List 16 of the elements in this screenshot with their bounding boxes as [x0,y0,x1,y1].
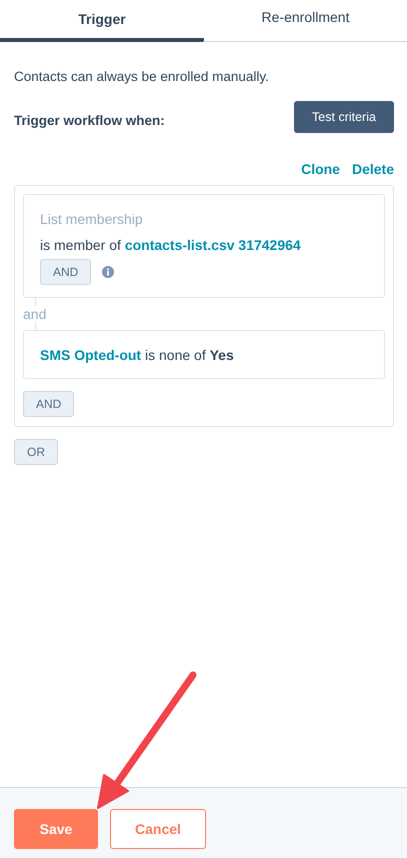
tab[interactable]: Trigger [0,0,204,42]
info-text: Contacts can always be enrolled manually. [14,69,270,84]
group-action-link[interactable]: Clone [301,161,340,177]
or-button[interactable]: OR [14,439,58,465]
trigger-label: Trigger workflow when: [14,112,165,128]
and-button[interactable]: AND [23,391,74,417]
test-criteria-button[interactable]: Test criteria [294,101,394,133]
group-action-link[interactable]: Delete [352,161,394,177]
filter-label: List membership [40,211,144,227]
and-button[interactable]: AND [40,259,92,285]
save-button[interactable]: Save [14,809,98,849]
condition-text: SMS Opted-out is none of Yes [40,347,235,363]
condition-text: is member of contacts-list.csv 31742964 [40,237,302,253]
cancel-button[interactable]: Cancel [110,809,206,849]
tab[interactable]: Re-enrollment [204,0,407,38]
joiner-label: and [23,306,46,322]
